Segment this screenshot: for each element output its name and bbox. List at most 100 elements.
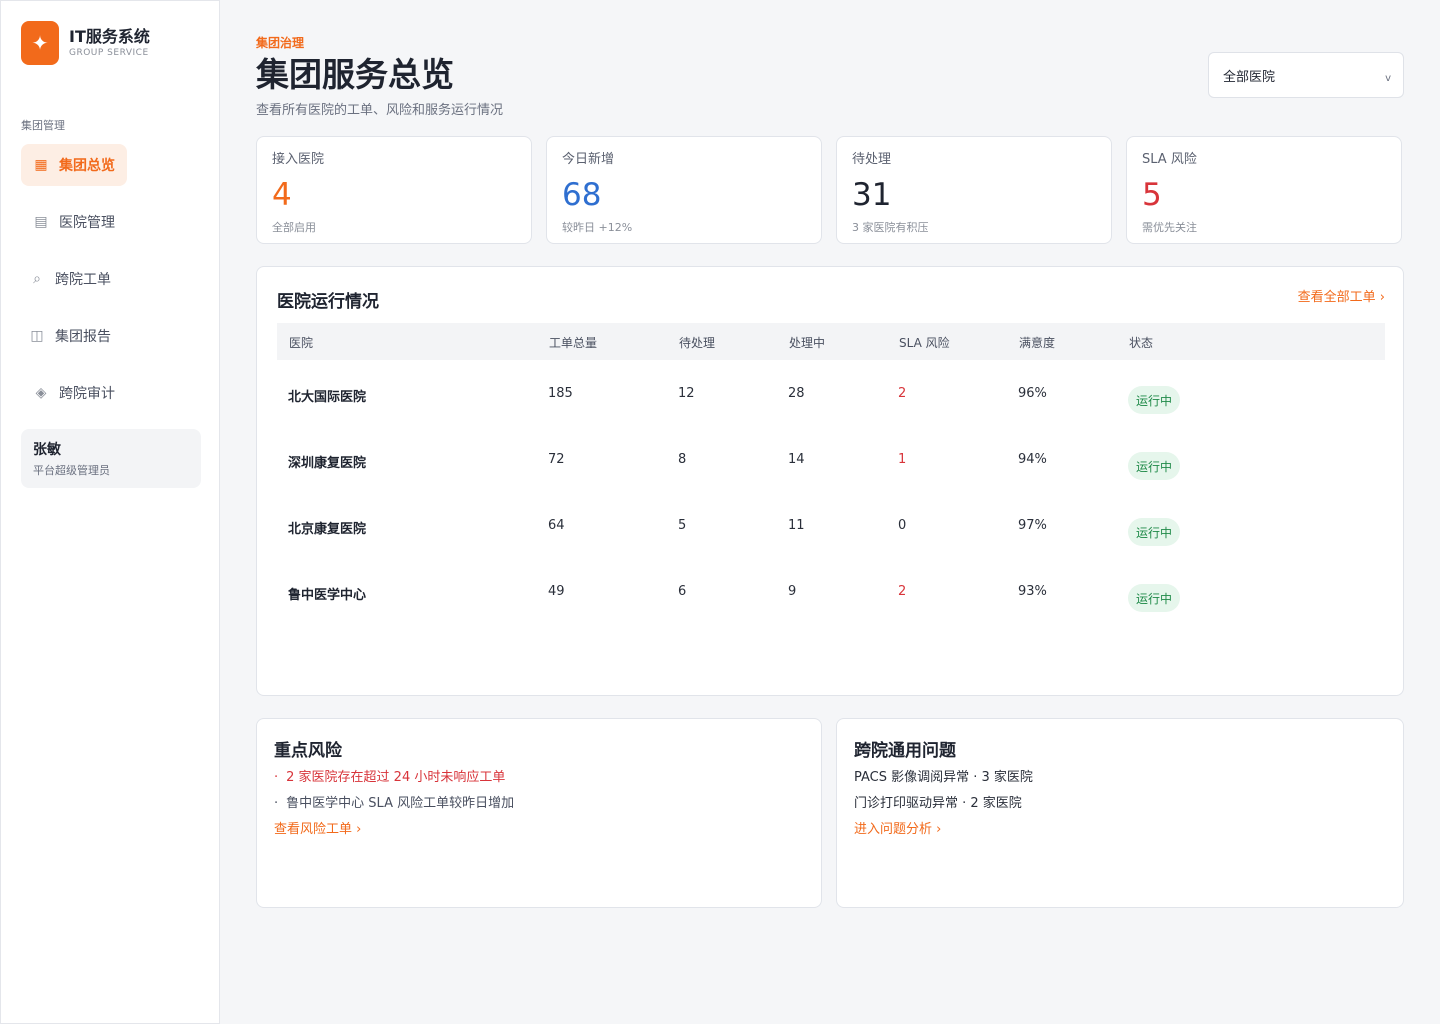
risk-item: · 鲁中医学中心 SLA 风险工单较昨日增加 [274,796,515,811]
sidebar-item-group-overview[interactable]: ▦ 集团总览 [21,144,127,186]
table-row[interactable]: 鲁中医学中心 49 6 9 2 93% 运行中 [277,560,1385,626]
hospital-select[interactable]: 全部医院 v [1208,52,1404,98]
sparkle-icon: ✦ [21,21,59,65]
hospital-name: 北京康复医院 [288,522,367,537]
sidebar-item-hospital-management[interactable]: ▤ 医院管理 [33,201,115,243]
view-all-tickets-link[interactable]: 查看全部工单 › [1298,286,1385,305]
satisfaction: 94% [1018,452,1047,467]
column-header: 满意度 [1019,336,1056,350]
table-header: 医院 工单总量 待处理 处理中 SLA 风险 满意度 状态 [277,323,1385,360]
column-header: SLA 风险 [899,336,950,350]
view-risk-tickets-link[interactable]: 查看风险工单 › [274,818,361,837]
processing-count: 14 [788,452,805,467]
status-badge: 运行中 [1128,386,1181,414]
user-role: 平台超级管理员 [33,464,110,477]
column-header: 医院 [289,336,314,350]
satisfaction: 97% [1018,518,1047,533]
common-issues-panel: 跨院通用问题 PACS 影像调阅异常 · 3 家医院 门诊打印驱动异常 · 2 … [836,718,1404,908]
diamond-icon: ◈ [35,385,47,401]
sidebar-item-label: 集团总览 [59,158,115,174]
ticket-total: 49 [548,584,565,599]
hospital-name: 深圳康复医院 [288,456,367,471]
key-risks-panel: 重点风险 · 2 家医院存在超过 24 小时未响应工单 · 鲁中医学中心 SLA 风… [256,718,822,908]
ticket-total: 64 [548,518,565,533]
stat-label: 接入医院 [272,152,325,167]
hospital-name: 北大国际医院 [288,390,367,405]
user-name: 张敏 [33,442,61,458]
sidebar-item-cross-tickets[interactable]: ⌕ 跨院工单 [29,258,111,300]
stat-value: 4 [272,177,292,213]
sidebar-item-label: 集团报告 [55,329,111,345]
sidebar-item-cross-audit[interactable]: ◈ 跨院审计 [33,372,115,414]
stat-note: 3 家医院有积压 [852,221,929,234]
list-icon: ▤ [34,214,48,230]
column-header: 待处理 [679,336,716,350]
status-badge: 运行中 [1128,452,1181,480]
brand-subtitle: GROUP SERVICE [69,48,149,58]
stat-label: 待处理 [852,152,892,167]
stat-label: 今日新增 [562,152,615,167]
search-icon: ⌕ [33,271,41,287]
sidebar-item-label: 跨院审计 [59,386,115,402]
stat-note: 较昨日 +12% [562,221,633,234]
sidebar-item-label: 医院管理 [59,215,115,231]
book-icon: ◫ [30,328,44,344]
panel-title: 跨院通用问题 [854,741,956,761]
status-badge: 运行中 [1128,584,1181,612]
issue-item: 门诊打印驱动异常 · 2 家医院 [854,796,1022,811]
nav-section-label: 集团管理 [21,119,65,132]
sla-risk-count: 1 [898,452,907,467]
stat-card-hospitals: 接入医院 4 全部启用 [256,136,532,244]
pending-count: 5 [678,518,687,533]
panel-title: 医院运行情况 [277,292,379,312]
sla-risk-count: 2 [898,584,907,599]
grid-icon: ▦ [34,157,48,173]
sla-risk-count: 2 [898,386,907,401]
status-badge: 运行中 [1128,518,1181,546]
brand: ✦ IT服务系统 GROUP SERVICE [21,21,150,65]
ticket-total: 72 [548,452,565,467]
risk-item: · 2 家医院存在超过 24 小时未响应工单 [274,770,506,785]
stat-note: 全部启用 [272,221,316,234]
table-row[interactable]: 北京康复医院 64 5 11 0 97% 运行中 [277,494,1385,560]
satisfaction: 93% [1018,584,1047,599]
processing-count: 11 [788,518,805,533]
stat-value: 5 [1142,177,1162,213]
hospital-name: 鲁中医学中心 [288,588,367,603]
stat-value: 31 [852,177,892,213]
sidebar-item-label: 跨院工单 [55,272,111,288]
issue-analysis-link[interactable]: 进入问题分析 › [854,818,941,837]
column-header: 状态 [1129,336,1154,350]
bullet-icon: · [274,770,279,785]
stat-card-pending: 待处理 31 3 家医院有积压 [836,136,1112,244]
pending-count: 12 [678,386,695,401]
sla-risk-count: 0 [898,518,907,533]
stat-label: SLA 风险 [1142,152,1197,167]
panel-title: 重点风险 [274,741,342,761]
pending-count: 6 [678,584,687,599]
stat-value: 68 [562,177,602,213]
hospital-operations-panel: 医院运行情况 查看全部工单 › 医院 工单总量 待处理 处理中 SLA 风险 满… [256,266,1404,696]
chevron-down-icon: v [1385,72,1391,84]
bullet-icon: · [274,796,279,811]
table-row[interactable]: 深圳康复医院 72 8 14 1 94% 运行中 [277,428,1385,494]
pending-count: 8 [678,452,687,467]
sidebar: ✦ IT服务系统 GROUP SERVICE 集团管理 ▦ 集团总览 ▤ 医院管… [0,0,220,1024]
ticket-total: 185 [548,386,573,401]
stat-card-new-today: 今日新增 68 较昨日 +12% [546,136,822,244]
column-header: 工单总量 [549,336,598,350]
page-subtitle: 查看所有医院的工单、风险和服务运行情况 [256,103,504,118]
processing-count: 9 [788,584,797,599]
table-row[interactable]: 北大国际医院 185 12 28 2 96% 运行中 [277,362,1385,428]
sidebar-item-group-report[interactable]: ◫ 集团报告 [29,315,111,357]
issue-item: PACS 影像调阅异常 · 3 家医院 [854,770,1033,785]
brand-name: IT服务系统 [69,27,150,46]
column-header: 处理中 [789,336,826,350]
stat-card-sla-risk: SLA 风险 5 需优先关注 [1126,136,1402,244]
processing-count: 28 [788,386,805,401]
page-title: 集团服务总览 [256,55,454,94]
hospital-select-value: 全部医院 [1223,69,1276,85]
user-card[interactable]: 张敏 平台超级管理员 [21,429,201,488]
satisfaction: 96% [1018,386,1047,401]
stat-note: 需优先关注 [1142,221,1197,234]
